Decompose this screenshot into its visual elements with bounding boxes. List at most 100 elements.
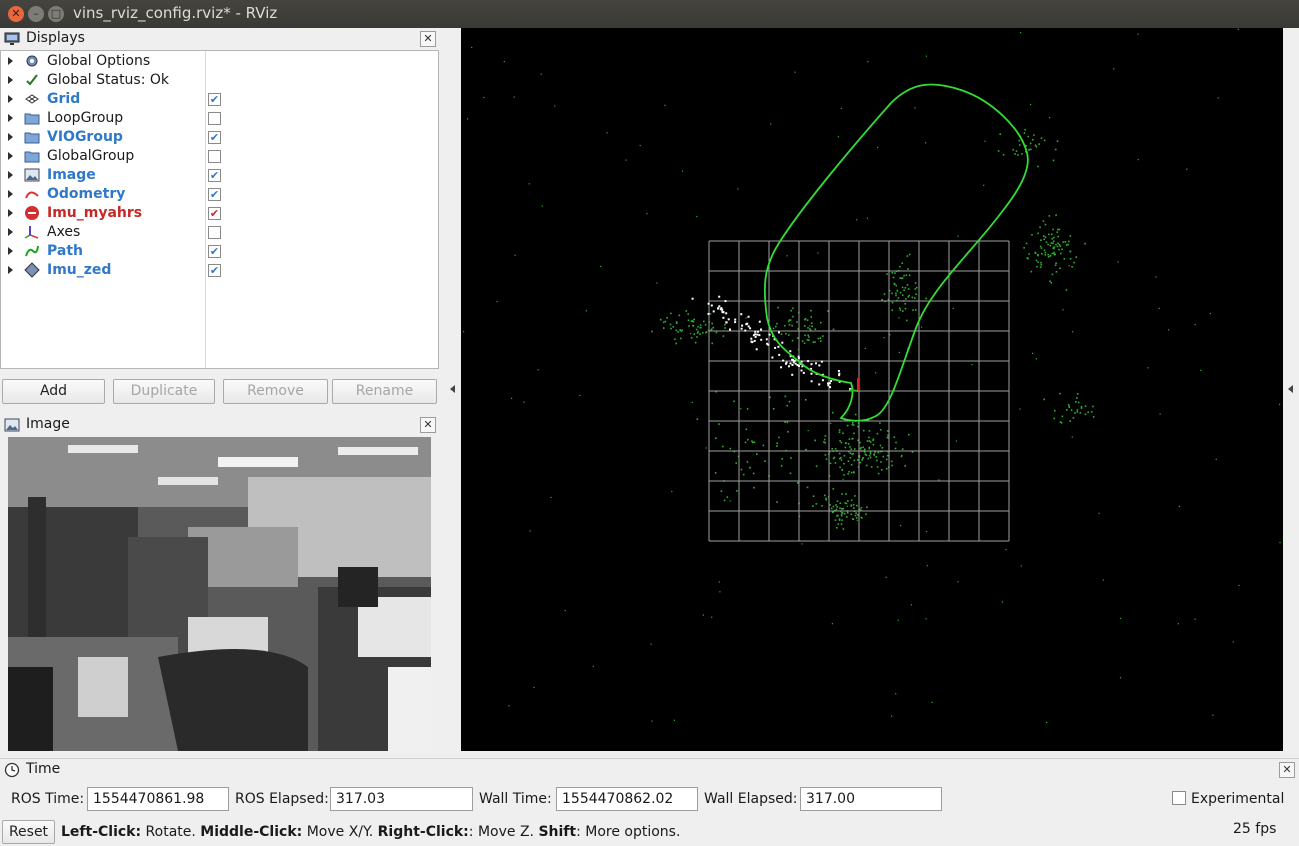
point-cloud-point [780,465,783,467]
point-cloud-point [847,460,850,462]
window-maximize-button[interactable]: □ [48,6,64,22]
display-item-checkbox[interactable]: ✔ [208,131,221,144]
display-item-global-status-ok[interactable]: Global Status: Ok [1,71,438,90]
reset-button[interactable]: Reset [2,820,55,844]
window-close-button[interactable]: ✕ [8,6,24,22]
point-cloud-point [669,323,672,326]
point-cloud-point [952,307,954,309]
point-cloud-point [696,418,699,420]
display-item-checkbox[interactable] [208,226,221,239]
point-cloud-point [503,61,505,63]
display-item-checkbox[interactable]: ✔ [208,188,221,201]
display-item-imu-myahrs[interactable]: Imu_myahrs ✔ [1,204,438,223]
point-cloud-point [718,581,720,583]
window-minimize-button[interactable]: – [28,6,44,22]
remove-button[interactable]: Remove [223,379,328,404]
expand-arrow-icon[interactable] [8,133,13,141]
point-cloud-point [719,591,721,593]
collapse-right-icon[interactable] [1288,385,1293,393]
display-item-checkbox[interactable] [208,112,221,125]
point-cloud-point [809,325,811,327]
expand-arrow-icon[interactable] [8,152,13,160]
expand-arrow-icon[interactable] [8,76,13,84]
point-cloud-point [840,459,843,461]
display-item-image[interactable]: Image ✔ [1,166,438,185]
display-item-checkbox[interactable]: ✔ [208,245,221,258]
point-cloud-point [1044,223,1047,226]
expand-arrow-icon[interactable] [8,247,13,255]
image-panel-close-button[interactable]: ✕ [420,417,436,433]
point-cloud-point [801,543,803,545]
viewport-canvas[interactable] [461,28,1283,751]
rename-button[interactable]: Rename [332,379,437,404]
expand-arrow-icon[interactable] [8,95,13,103]
display-item-grid[interactable]: Grid ✔ [1,90,438,109]
displays-tree[interactable]: Global Options Global Status: Ok Grid ✔ Loop… [0,50,439,369]
point-cloud-point [832,488,835,490]
point-cloud-point [788,319,791,321]
expand-arrow-icon[interactable] [8,266,13,274]
point-cloud-point [921,326,923,328]
display-item-checkbox[interactable]: ✔ [208,169,221,182]
display-item-imu-zed[interactable]: Imu_zed ✔ [1,261,438,280]
feature-point [725,312,728,315]
display-item-path[interactable]: Path ✔ [1,242,438,261]
point-cloud-point [912,309,914,311]
ros-time-field[interactable]: 1554470861.98 [87,787,229,811]
display-item-loopgroup[interactable]: LoopGroup [1,109,438,128]
expand-arrow-icon[interactable] [8,57,13,65]
display-item-odometry[interactable]: Odometry ✔ [1,185,438,204]
point-cloud-point [680,337,682,340]
feature-point [756,330,759,333]
point-cloud-point [1049,280,1051,282]
point-cloud-point [831,448,833,450]
point-cloud-point [901,262,904,264]
point-cloud-point [835,508,838,511]
expand-arrow-icon[interactable] [8,209,13,217]
display-item-checkbox[interactable] [208,150,221,163]
point-cloud-point [670,327,672,330]
point-cloud-point [897,619,899,621]
displays-panel-close-button[interactable]: ✕ [420,31,436,47]
point-cloud-point [792,307,794,310]
expand-arrow-icon[interactable] [8,228,13,236]
time-panel-header: Time ✕ [0,759,1299,781]
image-icon [24,168,40,182]
point-cloud-point [528,183,530,185]
collapse-left-icon[interactable] [450,385,455,393]
time-panel-close-button[interactable]: ✕ [1279,762,1295,778]
point-cloud-point [1062,241,1065,243]
point-cloud-point [789,472,792,475]
expand-arrow-icon[interactable] [8,114,13,122]
wall-time-field[interactable]: 1554470862.02 [556,787,698,811]
point-cloud-point [844,442,847,445]
point-cloud-point [1237,28,1239,30]
point-cloud-point [1091,411,1093,413]
display-item-checkbox[interactable]: ✔ [208,264,221,277]
point-cloud-point [1102,579,1104,581]
display-item-checkbox[interactable]: ✔ [208,207,221,220]
experimental-checkbox[interactable] [1172,791,1186,805]
display-item-viogroup[interactable]: VIOGroup ✔ [1,128,438,147]
display-item-globalgroup[interactable]: GlobalGroup [1,147,438,166]
point-cloud-point [838,431,841,433]
point-cloud-point [1217,97,1219,99]
expand-arrow-icon[interactable] [8,190,13,198]
feature-point [754,330,757,333]
display-item-checkbox[interactable]: ✔ [208,93,221,106]
experimental-label: Experimental [1191,791,1285,807]
point-cloud-point [791,339,794,342]
display-item-global-options[interactable]: Global Options [1,52,438,71]
point-cloud-point [1076,409,1079,411]
display-item-axes[interactable]: Axes [1,223,438,242]
expand-arrow-icon[interactable] [8,171,13,179]
point-cloud-point [705,331,708,333]
duplicate-button[interactable]: Duplicate [113,379,215,404]
point-cloud-point [867,457,870,460]
point-cloud-point [861,459,863,461]
add-button[interactable]: Add [2,379,105,404]
ros-elapsed-field[interactable]: 317.03 [330,787,473,811]
3d-viewport[interactable] [461,28,1283,751]
point-cloud-point [807,334,809,337]
wall-elapsed-field[interactable]: 317.00 [800,787,942,811]
